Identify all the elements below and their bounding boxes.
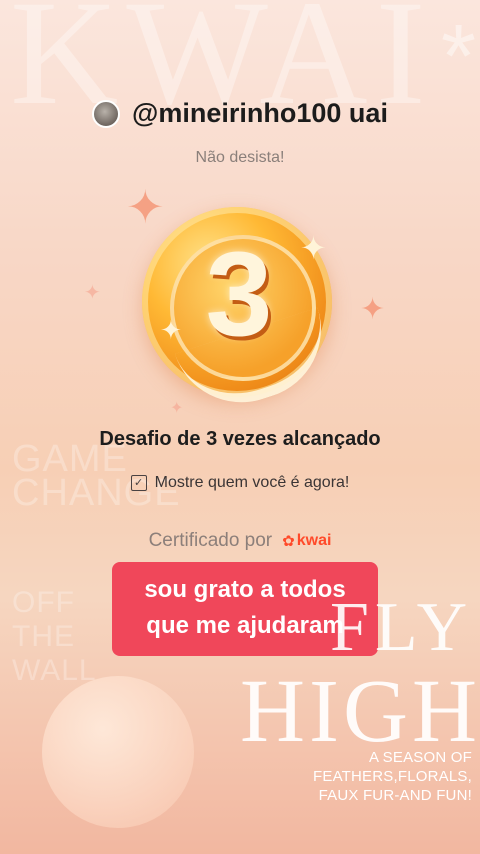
faint-word-wall: WALL bbox=[12, 654, 97, 687]
asterisk-decoration: * bbox=[440, 7, 476, 107]
sparkle-icon: ✦ bbox=[300, 230, 327, 266]
sparkle-icon: ✦ bbox=[84, 282, 101, 304]
season-line-1: A SEASON OF bbox=[368, 749, 472, 766]
avatar[interactable] bbox=[92, 99, 121, 128]
achievement-medal: 3 ✦ ✦ bbox=[140, 205, 342, 421]
sparkle-icon: ✦ bbox=[360, 293, 386, 326]
circle-decoration bbox=[42, 676, 194, 828]
season-line-3: FAUX FUR-AND FUN! bbox=[318, 787, 472, 804]
faint-word-the: THE bbox=[12, 620, 75, 653]
kwai-logo-icon: ✿ bbox=[282, 533, 295, 550]
user-row: @mineirinho100 uai bbox=[0, 98, 480, 129]
profile-header: @mineirinho100 uai Não desista! bbox=[0, 98, 480, 167]
encouragement-text: Não desista! bbox=[195, 149, 285, 166]
check-icon: ✓ bbox=[130, 475, 147, 491]
show-who-you-are-row: ✓ Mostre quem você é agora! bbox=[0, 474, 480, 492]
challenge-title: Desafio de 3 vezes alcançado bbox=[99, 428, 381, 450]
kwai-logo[interactable]: ✿ kwai bbox=[282, 532, 331, 550]
certification-row: Certificado por ✿ kwai bbox=[0, 530, 480, 552]
season-text: A SEASON OF FEATHERS,FLORALS, FAUX FUR-A… bbox=[276, 748, 472, 805]
show-who-you-are-text: Mostre quem você é agora! bbox=[154, 474, 350, 491]
certified-by-label: Certificado por bbox=[148, 530, 273, 551]
kwai-logo-text: kwai bbox=[296, 532, 332, 549]
season-line-2: FEATHERS,FLORALS, bbox=[313, 768, 472, 785]
faint-word-off: OFF bbox=[12, 586, 75, 619]
username[interactable]: @mineirinho100 uai bbox=[132, 98, 388, 129]
sparkle-icon: ✦ bbox=[160, 315, 182, 345]
fly-text: FLY bbox=[330, 589, 474, 666]
